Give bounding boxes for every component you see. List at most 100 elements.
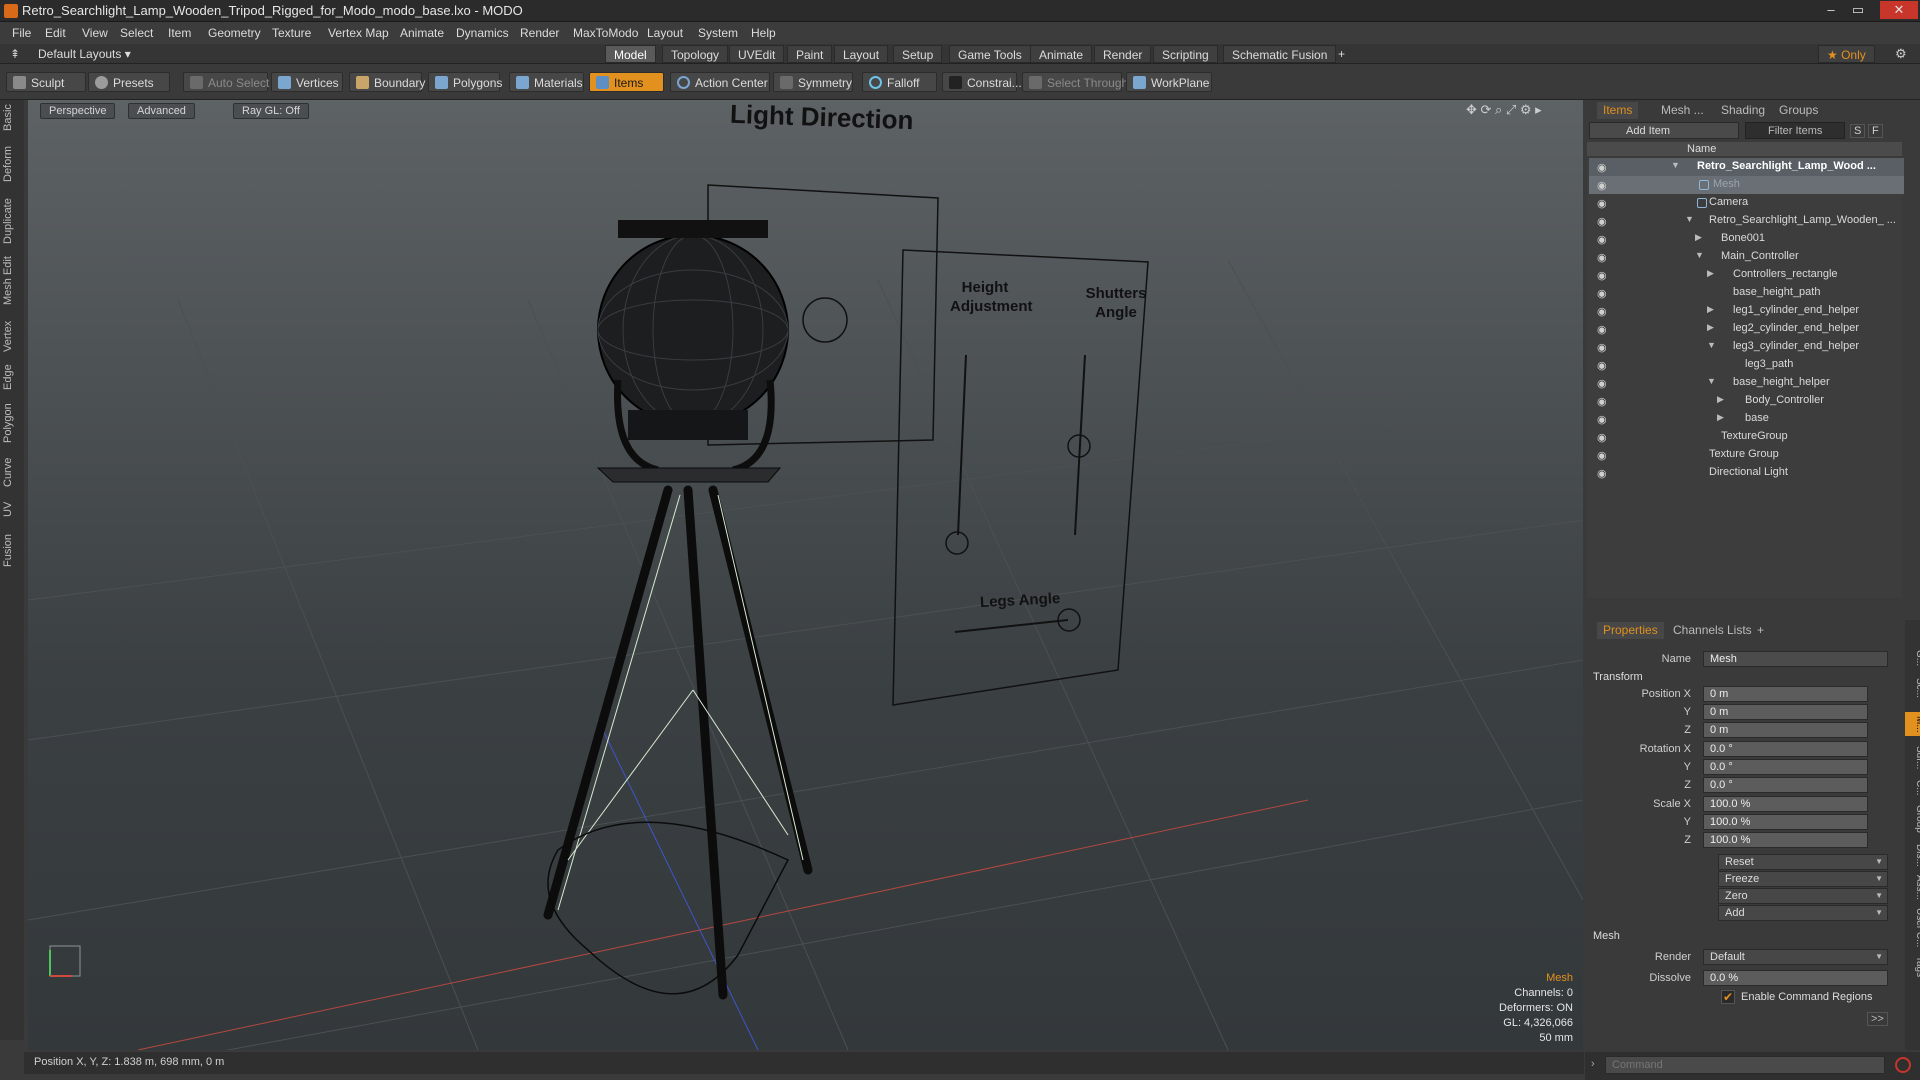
falloff-button[interactable]: Falloff	[862, 72, 937, 92]
searchlight-lamp-wireframe[interactable]	[596, 220, 789, 483]
side-tab-group[interactable]: Group	[1905, 804, 1920, 834]
tab-animate[interactable]: Animate	[1030, 45, 1093, 63]
add-tab-button[interactable]: +	[1330, 45, 1353, 63]
menu-file[interactable]: File	[12, 26, 31, 40]
perspective-dropdown[interactable]: Perspective	[40, 103, 116, 119]
workplane-button[interactable]: WorkPlane	[1126, 72, 1212, 92]
tab-shading[interactable]: Shading	[1715, 102, 1771, 119]
tab-schematic-fusion[interactable]: Schematic Fusion	[1223, 45, 1337, 63]
command-input[interactable]	[1605, 1056, 1885, 1074]
expand-arrow-icon[interactable]: ▶	[1707, 304, 1714, 315]
scale-z-field[interactable]: 100.0 %	[1703, 832, 1868, 848]
scale-x-field[interactable]: 100.0 %	[1703, 796, 1868, 812]
visibility-eye-icon[interactable]: ◉	[1597, 377, 1607, 390]
mesh-section[interactable]: Mesh	[1593, 930, 1620, 942]
side-tab-g[interactable]: G...	[1905, 650, 1920, 666]
tree-row-base[interactable]: ◉ ▶ base	[1589, 410, 1904, 428]
tab-paint[interactable]: Paint	[787, 45, 833, 63]
menu-select[interactable]: Select	[120, 26, 153, 40]
search-s-button[interactable]: S	[1850, 124, 1866, 138]
sculpt-button[interactable]: Sculpt	[6, 72, 86, 92]
expand-arrow-icon[interactable]: ▼	[1695, 250, 1704, 260]
tree-row-texturegroup[interactable]: ◉ TextureGroup	[1589, 428, 1904, 446]
position-x-field[interactable]: 0 m	[1703, 686, 1868, 702]
record-icon[interactable]	[1895, 1057, 1911, 1073]
expand-more-button[interactable]: >>	[1867, 1012, 1888, 1026]
select-through-button[interactable]: Select Through	[1022, 72, 1128, 92]
expand-arrow-icon[interactable]: ▶	[1717, 394, 1724, 405]
minimize-button[interactable]: –	[1818, 1, 1844, 19]
tree-row-body-controller[interactable]: ◉ ▶ Body_Controller	[1589, 392, 1904, 410]
visibility-eye-icon[interactable]: ◉	[1597, 341, 1607, 354]
tree-row-root[interactable]: ◉ ▼ Retro_Searchlight_Lamp_Wood ...	[1589, 158, 1904, 176]
vertices-button[interactable]: Vertices	[271, 72, 343, 92]
visibility-eye-icon[interactable]: ◉	[1597, 251, 1607, 264]
transform-section[interactable]: Transform	[1593, 671, 1643, 683]
tab-game-tools[interactable]: Game Tools	[949, 45, 1031, 63]
tree-row-directional-light[interactable]: ◉ Directional Light	[1589, 464, 1904, 482]
expand-arrow-icon[interactable]: ▶	[1707, 268, 1714, 279]
symmetry-button[interactable]: Symmetry	[773, 72, 853, 92]
scale-y-field[interactable]: 100.0 %	[1703, 814, 1868, 830]
tree-row-texture-group[interactable]: ◉ Texture Group	[1589, 446, 1904, 464]
constrain-button[interactable]: Constrai...	[942, 72, 1022, 92]
menu-item[interactable]: Item	[168, 26, 191, 40]
tree-row-leg3-path[interactable]: ◉ leg3_path	[1589, 356, 1904, 374]
visibility-eye-icon[interactable]: ◉	[1597, 431, 1607, 444]
tab-scripting[interactable]: Scripting	[1153, 45, 1218, 63]
tree-row-leg1[interactable]: ◉ ▶ leg1_cylinder_end_helper	[1589, 302, 1904, 320]
left-tab-deform[interactable]: Deform	[2, 144, 22, 184]
rotation-y-field[interactable]: 0.0 °	[1703, 759, 1868, 775]
materials-button[interactable]: Materials	[509, 72, 584, 92]
expand-arrow-icon[interactable]: ▼	[1707, 376, 1716, 386]
tab-mesh-ops[interactable]: Mesh ...	[1655, 102, 1710, 119]
expand-arrow-icon[interactable]: ▼	[1707, 340, 1716, 350]
boundary-button[interactable]: Boundary	[349, 72, 425, 92]
tree-row-leg3[interactable]: ◉ ▼ leg3_cylinder_end_helper	[1589, 338, 1904, 356]
default-layouts-dropdown[interactable]: Default Layouts ▾	[38, 47, 131, 61]
tree-row-camera[interactable]: ◉ Camera	[1589, 194, 1904, 212]
menu-edit[interactable]: Edit	[45, 26, 66, 40]
base-controller-curve[interactable]	[547, 821, 790, 995]
left-tab-mesh-edit[interactable]: Mesh Edit	[2, 256, 22, 306]
side-tab-tags[interactable]: Tags	[1905, 954, 1920, 980]
tree-row-base-height-path[interactable]: ◉ base_height_path	[1589, 284, 1904, 302]
tripod-legs-wireframe[interactable]	[543, 485, 813, 1000]
expand-arrow-icon[interactable]: ▶	[1695, 232, 1702, 243]
side-tab-ass[interactable]: Ass...	[1905, 875, 1920, 901]
side-tab-sc[interactable]: Sc...	[1905, 676, 1920, 700]
side-tab-dis[interactable]: Dis...	[1905, 842, 1920, 868]
tree-row-bone001[interactable]: ◉ ▶ Bone001	[1589, 230, 1904, 248]
tree-row-base-height-helper[interactable]: ◉ ▼ base_height_helper	[1589, 374, 1904, 392]
left-tab-basic[interactable]: Basic	[2, 104, 22, 132]
menu-texture[interactable]: Texture	[272, 26, 311, 40]
render-dropdown[interactable]: Default	[1703, 949, 1888, 965]
left-tab-duplicate[interactable]: Duplicate	[2, 196, 22, 246]
polygons-button[interactable]: Polygons	[428, 72, 502, 92]
menu-vertex-map[interactable]: Vertex Map	[328, 26, 389, 40]
light-direction-handle[interactable]	[802, 297, 848, 343]
gear-icon[interactable]: ⚙	[1895, 46, 1907, 62]
tab-items[interactable]: Items	[1597, 102, 1639, 119]
tree-row-leg2[interactable]: ◉ ▶ leg2_cylinder_end_helper	[1589, 320, 1904, 338]
viewport-nav-icons[interactable]: ✥ ⟳ ⌕ ⤢ ⚙ ▸	[1466, 102, 1542, 118]
visibility-eye-icon[interactable]: ◉	[1597, 467, 1607, 480]
add-dropdown[interactable]: Add	[1718, 905, 1888, 921]
left-tab-fusion[interactable]: Fusion	[2, 530, 22, 570]
visibility-eye-icon[interactable]: ◉	[1597, 359, 1607, 372]
tab-groups[interactable]: Groups	[1773, 102, 1824, 119]
filter-items-input[interactable]: Filter Items	[1745, 122, 1845, 139]
tab-properties[interactable]: Properties	[1597, 622, 1664, 639]
search-f-button[interactable]: F	[1868, 124, 1883, 138]
menu-render[interactable]: Render	[520, 26, 559, 40]
left-tab-edge[interactable]: Edge	[2, 362, 22, 392]
presets-button[interactable]: Presets	[88, 72, 170, 92]
tab-layout[interactable]: Layout	[834, 45, 889, 63]
side-tab-sur[interactable]: Sur...	[1905, 745, 1920, 771]
tab-uvedit[interactable]: UVEdit	[729, 45, 785, 63]
zero-dropdown[interactable]: Zero	[1718, 888, 1888, 904]
name-field[interactable]: Mesh	[1703, 651, 1888, 667]
visibility-eye-icon[interactable]: ◉	[1597, 323, 1607, 336]
visibility-eye-icon[interactable]: ◉	[1597, 197, 1607, 210]
visibility-eye-icon[interactable]: ◉	[1597, 287, 1607, 300]
